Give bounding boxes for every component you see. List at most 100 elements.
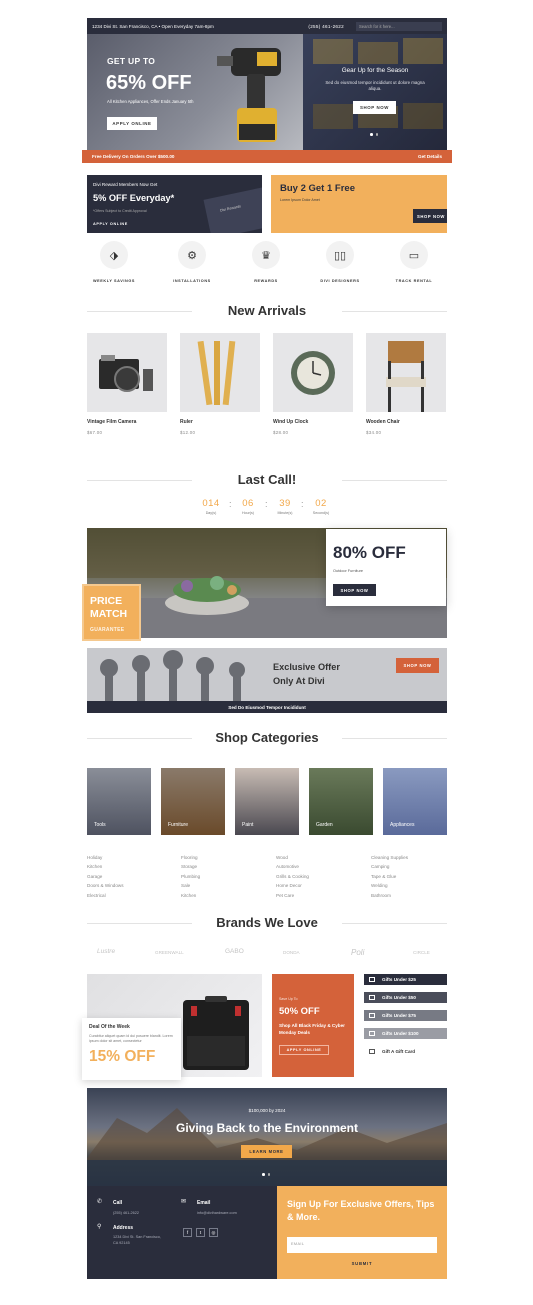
category-tile-tools[interactable]: Tools (87, 768, 151, 835)
gift-under-25[interactable]: Gifts Under $25 (364, 974, 447, 985)
category-link[interactable]: Garage (87, 872, 124, 881)
call-value[interactable]: (255) 461-2622 (113, 1211, 139, 1217)
black-friday-apply-button[interactable]: APPLY ONLINE (279, 1045, 329, 1055)
feature-track-rental[interactable]: ▭ TRACK RENTAL (384, 241, 444, 283)
product-name[interactable]: Vintage Film Camera (87, 419, 167, 425)
countdown-days: 014 Day(s) (202, 498, 220, 515)
address-value: 1234 Divi St. San Francisco, CA 92145 (113, 1235, 161, 1245)
learn-more-button[interactable]: LEARN MORE (241, 1145, 292, 1158)
truck-icon: ▭ (400, 241, 428, 269)
feature-rewards[interactable]: ♛ REWARDS (236, 241, 296, 283)
gift-under-50[interactable]: Gifts Under $50 (364, 992, 447, 1003)
product-image[interactable] (87, 333, 167, 412)
hero-kicker: GET UP TO (107, 56, 156, 66)
feature-divi-designers[interactable]: ▯▯ DIVI DESIGNERS (310, 241, 370, 283)
slider-dot[interactable] (267, 1173, 270, 1176)
category-link[interactable]: Storage (181, 862, 200, 871)
category-link[interactable]: Electrical (87, 891, 124, 900)
gift-under-100[interactable]: Gifts Under $100 (364, 1028, 447, 1039)
last-call-heading: Last Call! (87, 472, 447, 488)
shop-now-button[interactable]: SHOP NOW (353, 101, 396, 114)
category-tile-paint[interactable]: Paint (235, 768, 299, 835)
slider-dot[interactable] (370, 133, 373, 136)
price-match-line2: MATCH (90, 607, 128, 620)
email-value[interactable]: info@divihardware.com (197, 1211, 237, 1217)
tools-icon: ▯▯ (326, 241, 354, 269)
category-list-3: Wood Automotive Grills & Cooking Home Decor… (276, 853, 309, 900)
feature-installations[interactable]: ⚙ INSTALLATIONS (162, 241, 222, 283)
product-name[interactable]: Wind Up Clock (273, 419, 353, 425)
product-name[interactable]: Ruler (180, 419, 260, 425)
category-label: Garden (316, 822, 333, 828)
chair-image (386, 341, 426, 412)
gift-icon (369, 995, 375, 1000)
wrench-icon: ⚙ (178, 241, 206, 269)
category-link[interactable]: Flooring (181, 853, 200, 862)
category-tile-appliances[interactable]: Appliances (383, 768, 447, 835)
brand-logo[interactable]: Poli (351, 948, 364, 957)
submit-button[interactable]: SUBMIT (287, 1261, 437, 1266)
category-link[interactable]: Wood (276, 853, 309, 862)
outdoor-shop-button[interactable]: SHOP NOW (333, 584, 376, 596)
get-details-link[interactable]: Get Details (418, 154, 442, 159)
exclusive-strip: Sed Do Eiusmod Tempor Incididunt (87, 701, 447, 713)
outdoor-headline: 80% OFF (333, 543, 406, 562)
category-tile-furniture[interactable]: Furniture (161, 768, 225, 835)
top-bar: 1234 Divi St. San Francisco, CA • Open E… (87, 18, 447, 34)
category-link[interactable]: Bathroom (371, 891, 408, 900)
apply-online-button[interactable]: APPLY ONLINE (107, 117, 157, 130)
search-input[interactable]: Search for it here... (356, 21, 442, 31)
slider-dot[interactable] (262, 1173, 265, 1176)
category-link[interactable]: Kitchen (87, 862, 124, 871)
price-match-badge: PRICE MATCH GUARANTEE (82, 584, 141, 641)
category-link[interactable]: Kitchen (181, 891, 200, 900)
category-label: Paint (242, 822, 254, 828)
product-image[interactable] (180, 333, 260, 412)
category-link[interactable]: Holiday (87, 853, 124, 862)
product-image[interactable] (366, 333, 446, 412)
category-link[interactable]: Home Decor (276, 881, 309, 890)
instagram-icon[interactable]: ◎ (209, 1228, 218, 1237)
category-link[interactable]: Tape & Glue (371, 872, 408, 881)
category-link[interactable]: Sale (181, 881, 200, 890)
gift-under-75[interactable]: Gifts Under $75 (364, 1010, 447, 1021)
brand-logo[interactable]: GREENWALL (155, 950, 184, 955)
category-link[interactable]: Pet Care (276, 891, 309, 900)
category-link[interactable]: Camping (371, 862, 408, 871)
gift-card[interactable]: Gift A Gift Card (364, 1046, 447, 1057)
product-card[interactable]: Wooden Chair $34.00 (366, 333, 446, 435)
brand-logo[interactable]: GABO (225, 948, 244, 955)
reward-apply-link[interactable]: APPLY ONLINE (93, 222, 128, 226)
phone-icon: ✆ (97, 1199, 103, 1205)
phone-number[interactable]: (255) 461-2622 (308, 24, 344, 29)
feature-weekly-savings[interactable]: ⬗ WEEKLY SAVINGS (84, 241, 144, 283)
category-link[interactable]: Cleaning Supplies (371, 853, 408, 862)
category-link[interactable]: Welding (371, 881, 408, 890)
slider-dot[interactable] (375, 133, 378, 136)
facebook-icon[interactable]: f (183, 1228, 192, 1237)
category-link[interactable]: Doors & Windows (87, 881, 124, 890)
product-card[interactable]: Vintage Film Camera $67.00 (87, 333, 167, 435)
brand-logo[interactable]: Lustre (97, 948, 115, 955)
category-link[interactable]: Grills & Cooking (276, 872, 309, 881)
email-input[interactable]: EMAIL (287, 1237, 437, 1253)
exclusive-shop-button[interactable]: SHOP NOW (396, 658, 439, 673)
product-card[interactable]: Wind Up Clock $28.00 (273, 333, 353, 435)
brand-logo[interactable]: DONDA (283, 950, 300, 955)
product-image[interactable] (273, 333, 353, 412)
exclusive-line2: Only At Divi (273, 676, 325, 686)
outdoor-offer-card: 80% OFF Outdoor Furniture SHOP NOW (326, 529, 446, 606)
signup-panel: Sign Up For Exclusive Offers, Tips & Mor… (277, 1186, 447, 1279)
category-link[interactable]: Automotive (276, 862, 309, 871)
brand-logo[interactable]: CIRCLE (413, 950, 430, 955)
countdown-hours: 06 Hour(s) (242, 498, 254, 515)
twitter-icon[interactable]: t (196, 1228, 205, 1237)
buy2-card: Buy 2 Get 1 Free Lorem Ipsum Dolor Amet … (271, 175, 447, 233)
product-name[interactable]: Wooden Chair (366, 419, 446, 425)
slider-dots (370, 133, 378, 136)
location-icon: ⚲ (97, 1224, 102, 1230)
category-link[interactable]: Plumbing (181, 872, 200, 881)
buy2-shop-button[interactable]: SHOP NOW (413, 209, 447, 223)
category-tile-garden[interactable]: Garden (309, 768, 373, 835)
product-card[interactable]: Ruler $12.00 (180, 333, 260, 435)
